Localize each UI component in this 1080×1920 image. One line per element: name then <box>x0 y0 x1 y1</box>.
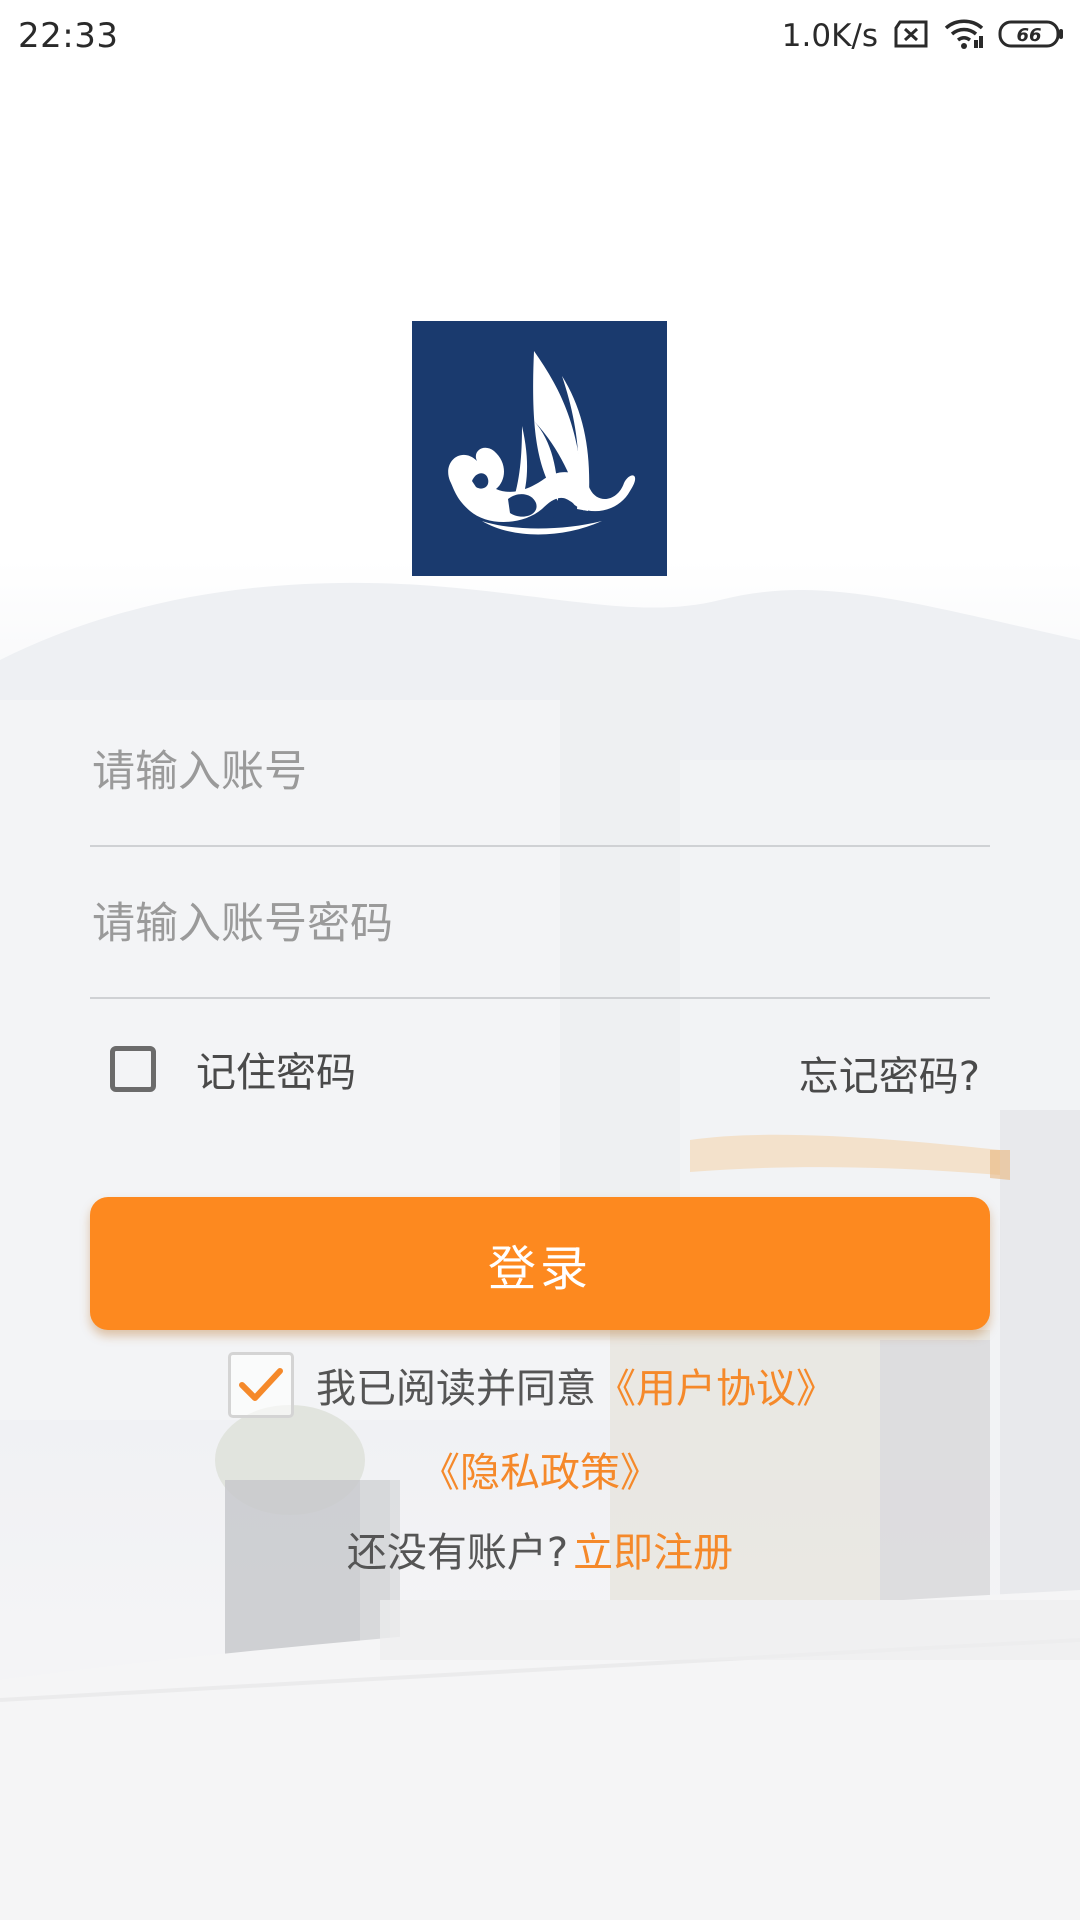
status-icons: 1.0K/s 66 <box>782 16 1064 56</box>
battery-level: 66 <box>1016 25 1041 46</box>
app-logo <box>412 321 667 576</box>
sailboat-logo-icon <box>448 351 636 535</box>
password-input[interactable] <box>90 849 990 999</box>
agreement-text: 我已阅读并同意 <box>316 1366 596 1412</box>
user-agreement-link[interactable]: 《用户协议》 <box>596 1356 836 1414</box>
register-prompt: 还没有账户? <box>346 1530 569 1576</box>
account-field <box>90 697 990 847</box>
password-underline <box>90 997 990 999</box>
login-button[interactable]: 登录 <box>90 1197 990 1330</box>
remember-password-row: 记住密码 <box>110 1040 356 1098</box>
battery-icon: 66 <box>998 19 1064 53</box>
wifi-icon <box>944 18 984 54</box>
privacy-row: 《隐私政策》 <box>0 1440 1080 1498</box>
forgot-password-link[interactable]: 忘记密码? <box>799 1044 980 1102</box>
remember-password-label: 记住密码 <box>196 1050 356 1096</box>
sim-x-icon <box>892 20 930 52</box>
agreement-checkbox[interactable] <box>228 1352 294 1418</box>
status-bar: 22:33 1.0K/s 66 <box>0 0 1080 76</box>
status-time: 22:33 <box>18 16 119 56</box>
privacy-policy-link[interactable]: 《隐私政策》 <box>420 1450 660 1496</box>
agreement-row: 我已阅读并同意 《用户协议》 <box>228 1352 836 1418</box>
account-underline <box>90 845 990 847</box>
network-speed: 1.0K/s <box>781 18 878 54</box>
account-input[interactable] <box>90 697 990 847</box>
register-row: 还没有账户? 立即注册 <box>0 1520 1080 1578</box>
password-field <box>90 849 990 999</box>
register-link[interactable]: 立即注册 <box>573 1530 733 1576</box>
remember-password-checkbox[interactable] <box>110 1046 156 1092</box>
checkmark-icon <box>239 1368 283 1401</box>
